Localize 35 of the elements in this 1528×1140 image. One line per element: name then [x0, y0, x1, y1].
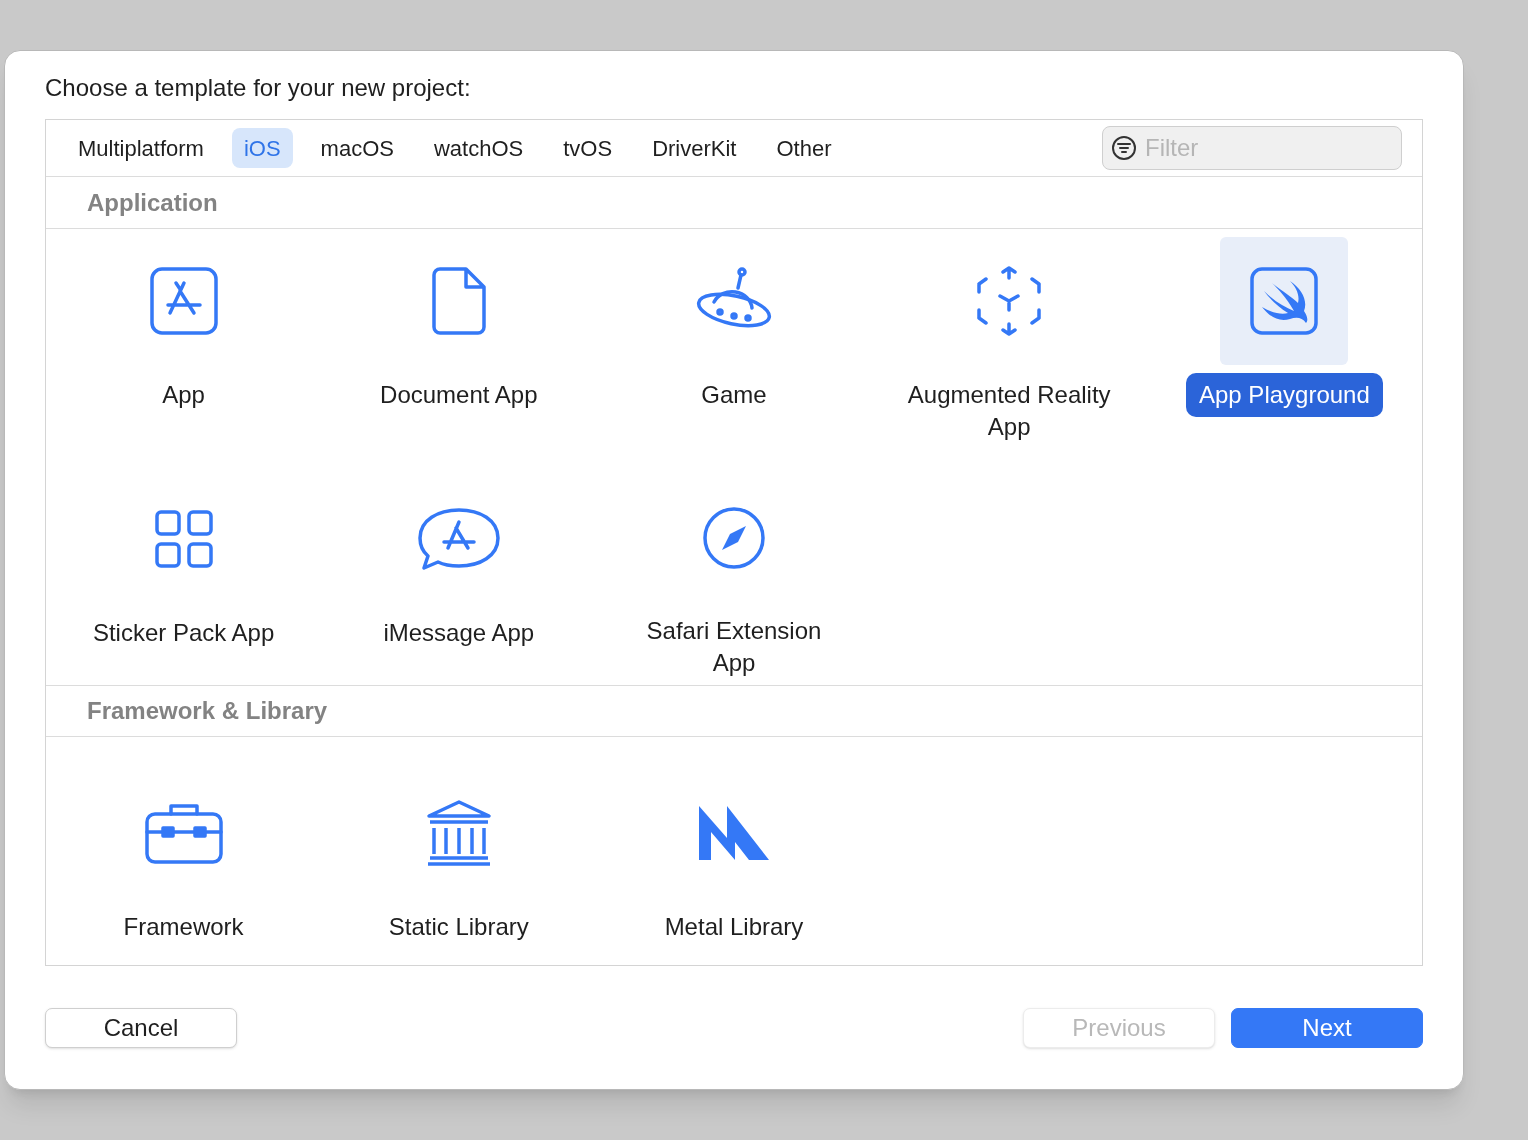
template-label: Framework: [123, 912, 244, 942]
dialog-button[interactable]: Cancel: [45, 1008, 237, 1048]
filter-field[interactable]: Filter: [1102, 126, 1402, 170]
dialog-button[interactable]: Next: [1231, 1008, 1423, 1048]
platform-tab[interactable]: watchOS: [421, 128, 536, 168]
template-label: iMessage App: [383, 618, 535, 648]
template-label: Document App: [380, 380, 538, 410]
platform-tab[interactable]: Multiplatform: [66, 128, 216, 168]
metal-icon: [697, 804, 771, 862]
toolbox-icon: [144, 802, 223, 864]
platform-tab[interactable]: tvOS: [551, 128, 625, 168]
platform-tab[interactable]: Other: [764, 128, 844, 168]
template-label: Sticker Pack App: [92, 618, 275, 648]
four-squares-icon: [154, 510, 213, 568]
swift-bird-icon: [1250, 267, 1319, 335]
columned-building-icon: [425, 800, 492, 866]
template-icon-tile[interactable]: [1220, 237, 1349, 365]
cube-arrows-icon: [976, 266, 1043, 336]
template-label: Metal Library: [664, 912, 804, 942]
template-label: App Playground: [1186, 373, 1383, 417]
dialog-title: Choose a template for your new project:: [45, 73, 472, 103]
filter-icon: [1111, 135, 1137, 161]
document-icon: [431, 267, 486, 335]
template-label: App: [162, 380, 205, 410]
app-store-icon: [149, 267, 218, 335]
platform-tab[interactable]: DriverKit: [640, 128, 749, 168]
message-bubble-icon: [417, 508, 500, 570]
template-label: Safari Extension App: [645, 616, 823, 678]
template-label: Game: [701, 380, 767, 410]
template-label: Augmented Reality App: [906, 380, 1112, 442]
section-header: Application: [87, 187, 218, 218]
section-header: Framework & Library: [87, 696, 328, 726]
template-label: Static Library: [388, 912, 529, 942]
platform-tab[interactable]: macOS: [308, 128, 406, 168]
compass-icon: [702, 506, 766, 570]
